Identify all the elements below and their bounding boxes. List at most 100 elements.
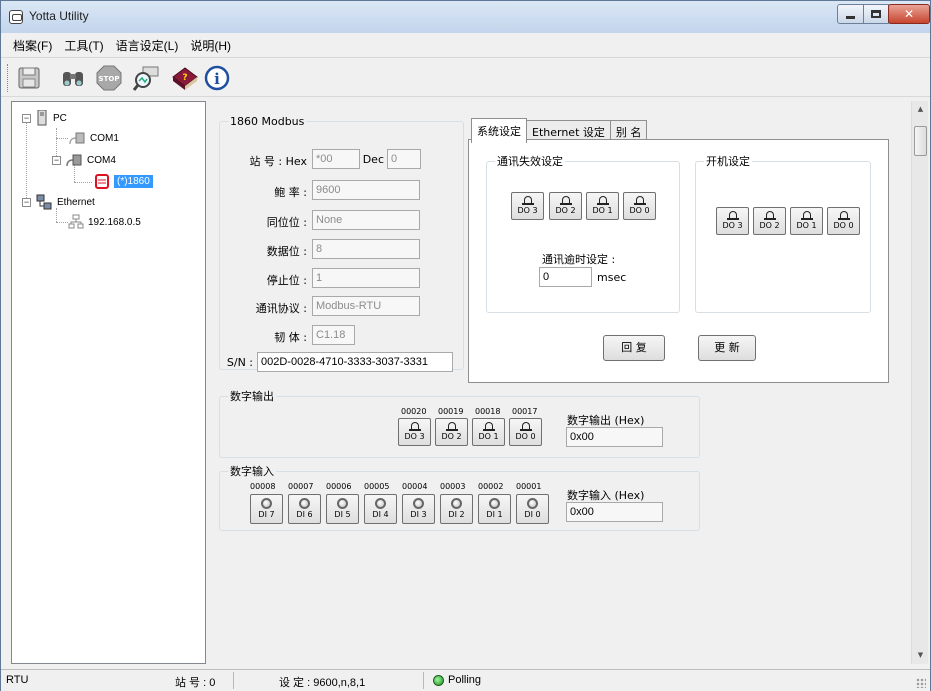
stop-button[interactable]: STOP bbox=[95, 64, 123, 92]
firmware-field[interactable]: C1.18 bbox=[312, 325, 355, 345]
do-label: DO 0 bbox=[515, 432, 536, 441]
help-book-button[interactable]: ? bbox=[171, 64, 199, 92]
menu-language[interactable]: 语言设定(L) bbox=[110, 37, 185, 54]
toolbar: STOP ? i bbox=[1, 57, 930, 97]
restore-button[interactable]: 回 复 bbox=[603, 335, 665, 361]
update-button[interactable]: 更 新 bbox=[698, 335, 756, 361]
lamp-icon bbox=[633, 196, 646, 205]
poweron-do1-button[interactable]: DO 1 bbox=[790, 207, 823, 235]
tree-label-com4: COM4 bbox=[87, 154, 116, 166]
scroll-up-icon[interactable]: ▲ bbox=[912, 101, 929, 118]
do-address: 00020 bbox=[401, 407, 427, 416]
lamp-icon bbox=[726, 211, 739, 220]
di-hex-label: 数字输入 (Hex) bbox=[567, 489, 645, 502]
info-button[interactable]: i bbox=[203, 64, 231, 92]
baud-label: 鲍 率 : bbox=[274, 186, 307, 199]
parity-label: 同位位 : bbox=[266, 216, 307, 229]
poweron-do0-button[interactable]: DO 0 bbox=[827, 207, 860, 235]
poweron-do3-button[interactable]: DO 3 bbox=[716, 207, 749, 235]
serial-number-field[interactable]: 002D-0028-4710-3333-3037-3331 bbox=[257, 352, 453, 372]
di6-indicator: DI 6 bbox=[288, 494, 321, 524]
di-address: 00008 bbox=[250, 482, 276, 491]
status-bar: RTU 站 号 : 0 设 定 : 9600,n,8,1 Polling bbox=[1, 669, 930, 691]
tab-system[interactable]: 系统设定 bbox=[471, 118, 527, 143]
timeout-unit: msec bbox=[597, 271, 627, 284]
databits-field[interactable]: 8 bbox=[312, 239, 420, 259]
fail-do2-button[interactable]: DO 2 bbox=[549, 192, 582, 220]
timeout-label: 通讯逾时设定 : bbox=[542, 253, 616, 266]
di-address: 00003 bbox=[440, 482, 466, 491]
menu-file[interactable]: 档案(F) bbox=[7, 37, 58, 54]
app-window: Yotta Utility ✕ 档案(F) 工具(T) 语言设定(L) 说明(H… bbox=[0, 0, 931, 691]
resize-grip-icon[interactable] bbox=[916, 678, 926, 688]
lamp-icon bbox=[800, 211, 813, 220]
protocol-label: 通讯协议 : bbox=[255, 302, 307, 315]
menu-tools[interactable]: 工具(T) bbox=[58, 37, 109, 54]
stop-icon: STOP bbox=[96, 65, 122, 91]
fail-do0-button[interactable]: DO 0 bbox=[623, 192, 656, 220]
vertical-scrollbar[interactable]: ▲ ▼ bbox=[911, 101, 928, 664]
power-on-title: 开机设定 bbox=[706, 155, 750, 168]
do-address: 00017 bbox=[512, 407, 538, 416]
di-address: 00005 bbox=[364, 482, 390, 491]
do3-button[interactable]: DO 3 bbox=[398, 418, 431, 446]
poweron-do2-button[interactable]: DO 2 bbox=[753, 207, 786, 235]
dec-address-field[interactable]: 0 bbox=[387, 149, 421, 169]
timeout-field[interactable]: 0 bbox=[539, 267, 592, 287]
toolbar-grip[interactable] bbox=[7, 64, 10, 92]
svg-text:STOP: STOP bbox=[99, 75, 120, 83]
fail-do3-button[interactable]: DO 3 bbox=[511, 192, 544, 220]
status-polling: Polling bbox=[448, 674, 482, 686]
lan-node-icon bbox=[68, 214, 84, 229]
led-icon bbox=[451, 498, 462, 509]
save-icon bbox=[18, 67, 40, 89]
minimize-button[interactable] bbox=[837, 4, 864, 24]
tree-node-device-1860[interactable]: (*)1860 bbox=[94, 172, 153, 190]
tree-node-com4[interactable]: − COM4 bbox=[52, 152, 116, 168]
fail-do1-button[interactable]: DO 1 bbox=[586, 192, 619, 220]
lamp-icon bbox=[519, 422, 532, 431]
protocol-field[interactable]: Modbus-RTU bbox=[312, 296, 420, 316]
di-address: 00006 bbox=[326, 482, 352, 491]
serial-port-icon bbox=[69, 132, 85, 145]
binoculars-icon bbox=[63, 72, 83, 86]
info-icon: i bbox=[204, 65, 230, 91]
do-label: DO 1 bbox=[592, 206, 613, 215]
do-label: DO 2 bbox=[441, 432, 462, 441]
scroll-thumb[interactable] bbox=[914, 126, 927, 156]
status-mode: RTU bbox=[6, 674, 29, 686]
lamp-icon bbox=[521, 196, 534, 205]
help-book-icon: ? bbox=[172, 67, 198, 90]
parity-field[interactable]: None bbox=[312, 210, 420, 230]
led-icon bbox=[261, 498, 272, 509]
scroll-down-icon[interactable]: ▼ bbox=[912, 647, 929, 664]
tree-node-ethernet[interactable]: − Ethernet bbox=[22, 194, 95, 210]
do-label: DO 3 bbox=[404, 432, 425, 441]
tree-node-pc[interactable]: − PC bbox=[22, 110, 67, 126]
collapse-icon[interactable]: − bbox=[52, 155, 61, 165]
collapse-icon[interactable]: − bbox=[22, 197, 31, 207]
search-device-button[interactable] bbox=[133, 64, 161, 92]
menu-help[interactable]: 说明(H) bbox=[184, 37, 237, 54]
maximize-button[interactable] bbox=[863, 4, 889, 24]
device-tree[interactable]: − PC COM1 − COM4 (*)1860 − Ethernet 192.… bbox=[11, 101, 206, 664]
do2-button[interactable]: DO 2 bbox=[435, 418, 468, 446]
hex-address-field[interactable]: *00 bbox=[312, 149, 360, 169]
close-button[interactable]: ✕ bbox=[888, 4, 930, 24]
save-button[interactable] bbox=[15, 64, 43, 92]
tree-label-com1: COM1 bbox=[90, 132, 119, 144]
do1-button[interactable]: DO 1 bbox=[472, 418, 505, 446]
menu-bar: 档案(F) 工具(T) 语言设定(L) 说明(H) bbox=[1, 33, 930, 57]
find-button[interactable] bbox=[59, 64, 87, 92]
lamp-icon bbox=[445, 422, 458, 431]
do-hex-field: 0x00 bbox=[566, 427, 663, 447]
do0-button[interactable]: DO 0 bbox=[509, 418, 542, 446]
lamp-icon bbox=[596, 196, 609, 205]
stopbits-field[interactable]: 1 bbox=[312, 268, 420, 288]
tree-node-ip[interactable]: 192.168.0.5 bbox=[68, 214, 141, 230]
baud-field[interactable]: 9600 bbox=[312, 180, 420, 200]
collapse-icon[interactable]: − bbox=[22, 113, 31, 123]
di-address: 00004 bbox=[402, 482, 428, 491]
lamp-icon bbox=[408, 422, 421, 431]
tree-node-com1[interactable]: COM1 bbox=[68, 130, 119, 146]
